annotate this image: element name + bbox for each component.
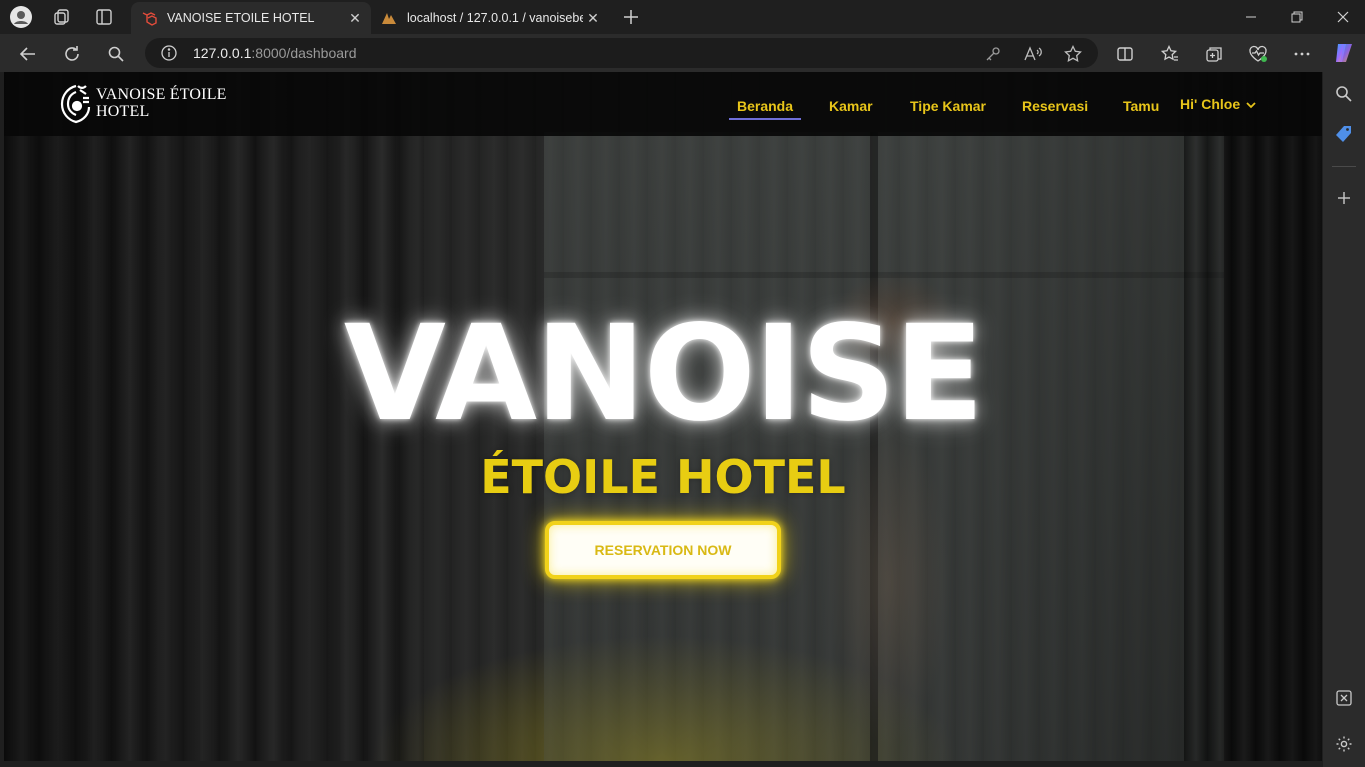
close-window-icon[interactable] bbox=[1320, 0, 1365, 34]
split-screen-icon[interactable] bbox=[1113, 42, 1137, 66]
hotel-logo-text[interactable]: VANOISE ÉTOILE HOTEL bbox=[96, 86, 227, 120]
tab-vanoise-hotel[interactable]: VANOISE ETOILE HOTEL ✕ bbox=[131, 2, 371, 34]
close-tab-icon[interactable]: ✕ bbox=[583, 8, 603, 28]
site-info-icon[interactable] bbox=[161, 45, 177, 66]
browser-tab-bar: VANOISE ETOILE HOTEL ✕ localhost / 127.0… bbox=[0, 0, 1365, 34]
address-bar[interactable]: 127.0.0.1:8000/dashboard bbox=[145, 38, 1098, 68]
chevron-down-icon bbox=[1246, 96, 1256, 112]
browser-essentials-icon[interactable] bbox=[1246, 42, 1270, 66]
sidebar-divider bbox=[1332, 166, 1356, 167]
reservation-now-button[interactable]: RESERVATION NOW bbox=[545, 521, 781, 579]
logo-line-1: VANOISE ÉTOILE bbox=[96, 86, 227, 103]
refresh-icon[interactable] bbox=[60, 42, 84, 66]
minimize-window-icon[interactable] bbox=[1228, 0, 1274, 34]
nav-link-tipe-kamar[interactable]: Tipe Kamar bbox=[910, 98, 986, 114]
more-menu-icon[interactable] bbox=[1290, 42, 1314, 66]
logo-line-2: HOTEL bbox=[96, 103, 150, 120]
screenshot-icon[interactable] bbox=[1334, 688, 1354, 708]
tab-title: VANOISE ETOILE HOTEL bbox=[167, 11, 315, 25]
url-host: 127.0.0.1 bbox=[193, 45, 252, 61]
restore-window-icon[interactable] bbox=[1274, 0, 1320, 34]
nav-link-tamu[interactable]: Tamu bbox=[1123, 98, 1159, 114]
url-path: :8000/dashboard bbox=[251, 45, 357, 61]
site-navbar: VANOISE ÉTOILE HOTEL Beranda Kamar Tipe … bbox=[4, 72, 1322, 136]
user-greeting: Hi' Chloe bbox=[1180, 96, 1241, 112]
phpmyadmin-favicon-icon bbox=[381, 10, 397, 26]
hero-title: VANOISE bbox=[343, 297, 984, 451]
url-text: 127.0.0.1:8000/dashboard bbox=[193, 45, 356, 61]
vertical-tabs-icon[interactable] bbox=[93, 6, 115, 28]
tab-phpmyadmin[interactable]: localhost / 127.0.0.1 / vanoisebea ✕ bbox=[371, 2, 609, 34]
new-tab-icon[interactable] bbox=[620, 6, 642, 28]
laravel-favicon-icon bbox=[141, 10, 157, 26]
back-arrow-icon[interactable] bbox=[16, 42, 40, 66]
nav-link-reservasi[interactable]: Reservasi bbox=[1022, 98, 1088, 114]
add-sidebar-app-icon[interactable] bbox=[1334, 188, 1354, 208]
browser-sidebar bbox=[1323, 72, 1365, 767]
nav-link-beranda[interactable]: Beranda bbox=[728, 98, 802, 120]
search-icon[interactable] bbox=[104, 42, 128, 66]
workspaces-icon[interactable] bbox=[51, 6, 73, 28]
favorite-star-icon[interactable] bbox=[1063, 44, 1083, 64]
favorites-icon[interactable] bbox=[1158, 42, 1182, 66]
sidebar-search-icon[interactable] bbox=[1334, 84, 1354, 104]
user-dropdown[interactable]: Hi' Chloe bbox=[1180, 96, 1256, 112]
hotel-logo-icon[interactable] bbox=[56, 82, 100, 126]
settings-gear-icon[interactable] bbox=[1334, 734, 1354, 754]
browser-toolbar: 127.0.0.1:8000/dashboard bbox=[0, 34, 1365, 72]
collections-icon[interactable] bbox=[1202, 42, 1226, 66]
profile-avatar-icon[interactable] bbox=[10, 6, 32, 28]
key-icon[interactable] bbox=[983, 44, 1003, 64]
nav-link-kamar[interactable]: Kamar bbox=[829, 98, 873, 114]
shopping-tag-icon[interactable] bbox=[1334, 124, 1354, 144]
read-aloud-icon[interactable] bbox=[1023, 44, 1043, 64]
web-page: VANOISE ÉTOILE HOTEL Beranda Kamar Tipe … bbox=[4, 72, 1322, 761]
close-tab-icon[interactable]: ✕ bbox=[345, 8, 365, 28]
copilot-icon[interactable] bbox=[1331, 40, 1357, 66]
hero-subtitle: ÉTOILE HOTEL bbox=[480, 450, 846, 504]
tab-title: localhost / 127.0.0.1 / vanoisebea bbox=[407, 11, 583, 25]
